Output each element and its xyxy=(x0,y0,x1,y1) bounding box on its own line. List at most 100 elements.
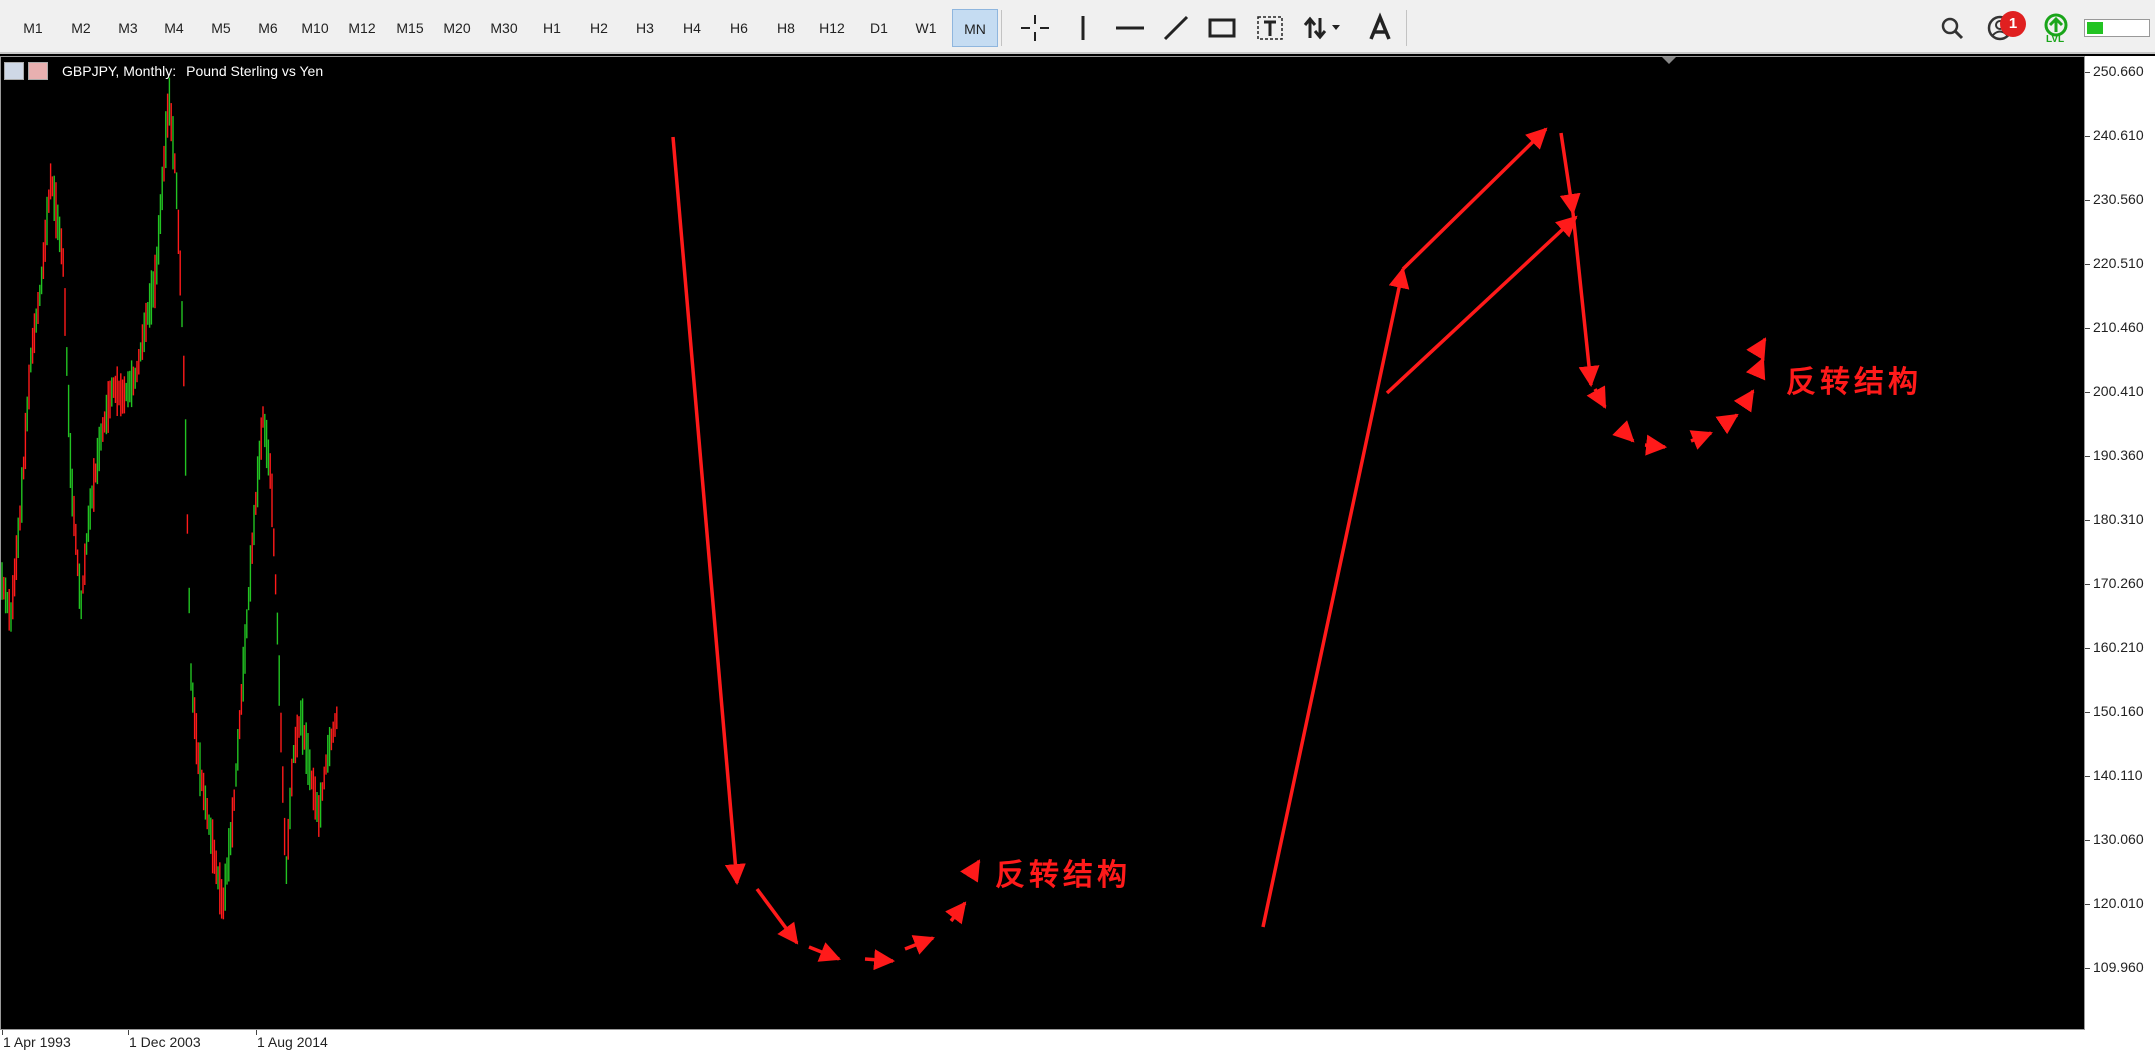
crosshair-icon[interactable] xyxy=(1017,10,1053,46)
timeframe-m12[interactable]: M12 xyxy=(342,9,382,47)
price-label: 240.610 xyxy=(2093,127,2144,143)
arrow-line[interactable] xyxy=(1745,357,1766,381)
price-label: 250.660 xyxy=(2093,63,2144,79)
price-tick xyxy=(2085,72,2090,73)
symbol-flag-icon[interactable] xyxy=(28,62,48,80)
timeframe-m1[interactable]: M1 xyxy=(14,9,52,47)
timeframe-h1[interactable]: H1 xyxy=(533,9,571,47)
arrow-line[interactable] xyxy=(1586,385,1607,409)
symbol-label: GBPJPY, Monthly: xyxy=(62,63,177,79)
arrow-line[interactable] xyxy=(1746,337,1767,361)
price-label: 160.210 xyxy=(2093,639,2144,655)
arrows-icon[interactable] xyxy=(1298,10,1346,46)
timeframe-h8[interactable]: H8 xyxy=(767,9,805,47)
timeframe-h4[interactable]: H4 xyxy=(673,9,711,47)
arrow-line[interactable] xyxy=(1644,434,1668,456)
price-tick xyxy=(2085,264,2090,265)
price-label: 200.410 xyxy=(2093,383,2144,399)
text-label-icon[interactable] xyxy=(1252,10,1288,46)
timeframe-w1[interactable]: W1 xyxy=(906,9,946,47)
price-tick xyxy=(2085,392,2090,393)
arrow-line[interactable] xyxy=(1733,389,1755,413)
trendline-icon[interactable] xyxy=(1158,10,1194,46)
chart-properties-icon[interactable] xyxy=(4,62,24,80)
price-tick xyxy=(2085,648,2090,649)
annotation-reversal-left: 反转结构 xyxy=(995,858,1131,893)
timeframe-m5[interactable]: M5 xyxy=(202,9,240,47)
arrow-line[interactable] xyxy=(808,942,841,962)
timeframe-h2[interactable]: H2 xyxy=(580,9,618,47)
drawn-arrows[interactable] xyxy=(671,127,1767,971)
time-label: 1 Dec 2003 xyxy=(129,1034,201,1050)
timeframe-m30[interactable]: M30 xyxy=(484,9,524,47)
timeframe-m2[interactable]: M2 xyxy=(62,9,100,47)
price-tick xyxy=(2085,968,2090,969)
timeframe-m3[interactable]: M3 xyxy=(109,9,147,47)
price-label: 230.560 xyxy=(2093,191,2144,207)
progress-bar xyxy=(2084,19,2150,37)
arrow-line[interactable] xyxy=(864,949,896,971)
arrow-line[interactable] xyxy=(671,136,746,886)
price-label: 180.310 xyxy=(2093,511,2144,527)
price-label: 120.010 xyxy=(2093,895,2144,911)
arrow-line[interactable] xyxy=(1559,132,1581,216)
price-label: 140.110 xyxy=(2093,767,2143,783)
price-candles xyxy=(1,77,338,920)
price-tick xyxy=(2085,520,2090,521)
arrow-line[interactable] xyxy=(1715,413,1739,435)
price-label: 190.360 xyxy=(2093,447,2144,463)
horizontal-line-icon[interactable] xyxy=(1112,10,1148,46)
price-label: 150.160 xyxy=(2093,703,2144,719)
arrow-line[interactable] xyxy=(1612,420,1635,443)
timeframe-h6[interactable]: H6 xyxy=(720,9,758,47)
price-tick xyxy=(2085,776,2090,777)
arrow-line[interactable] xyxy=(1571,212,1600,388)
symbol-description: Pound Sterling vs Yen xyxy=(186,63,324,79)
search-icon[interactable] xyxy=(1934,10,1970,46)
vertical-line-icon[interactable] xyxy=(1065,10,1101,46)
arrow-line[interactable] xyxy=(904,935,935,955)
arrow-line[interactable] xyxy=(1689,430,1713,450)
time-label: 1 Apr 1993 xyxy=(3,1034,71,1050)
timeframe-h3[interactable]: H3 xyxy=(626,9,664,47)
lvl-label: LVL xyxy=(2046,34,2065,45)
price-tick xyxy=(2085,712,2090,713)
price-axis[interactable]: 250.660 240.610 230.560 220.510 210.460 200.4… xyxy=(2085,56,2155,1030)
price-label: 130.060 xyxy=(2093,831,2144,847)
arrow-line[interactable] xyxy=(1385,215,1578,395)
progress-fill xyxy=(2087,22,2103,34)
rectangle-icon[interactable] xyxy=(1204,10,1240,46)
price-label: 109.960 xyxy=(2093,959,2144,975)
price-label: 210.460 xyxy=(2093,319,2144,335)
timeframe-h12[interactable]: H12 xyxy=(812,9,852,47)
notification-badge[interactable]: 1 xyxy=(2000,11,2026,37)
shift-marker-icon[interactable] xyxy=(1661,57,1677,64)
chart-header: GBPJPY, Monthly: Pound Sterling vs Yen xyxy=(4,60,323,82)
timeframe-d1[interactable]: D1 xyxy=(860,9,898,47)
arrow-line[interactable] xyxy=(1261,266,1410,928)
annotation-reversal-right: 反转结构 xyxy=(1786,365,1922,400)
price-tick xyxy=(2085,136,2090,137)
price-label: 220.510 xyxy=(2093,255,2144,271)
timeframe-m6[interactable]: M6 xyxy=(249,9,287,47)
timeframe-m20[interactable]: M20 xyxy=(437,9,477,47)
price-tick xyxy=(2085,456,2090,457)
price-tick xyxy=(2085,904,2090,905)
time-label: 1 Aug 2014 xyxy=(257,1034,328,1050)
text-icon[interactable] xyxy=(1362,10,1398,46)
price-tick xyxy=(2085,584,2090,585)
timeframe-mn[interactable]: MN xyxy=(952,9,998,47)
arrow-line[interactable] xyxy=(945,901,967,925)
price-label: 170.260 xyxy=(2093,575,2144,591)
toolbar-separator xyxy=(1001,10,1002,46)
time-axis[interactable]: 1 Apr 1993 1 Dec 2003 1 Aug 2014 xyxy=(0,1030,2155,1056)
timeframe-m4[interactable]: M4 xyxy=(155,9,193,47)
arrow-line[interactable] xyxy=(755,887,799,945)
price-tick xyxy=(2085,840,2090,841)
arrow-line[interactable] xyxy=(1401,127,1548,271)
toolbar-separator xyxy=(1406,10,1407,46)
timeframe-m15[interactable]: M15 xyxy=(390,9,430,47)
price-tick xyxy=(2085,200,2090,201)
arrow-line[interactable] xyxy=(960,859,981,883)
timeframe-m10[interactable]: M10 xyxy=(295,9,335,47)
